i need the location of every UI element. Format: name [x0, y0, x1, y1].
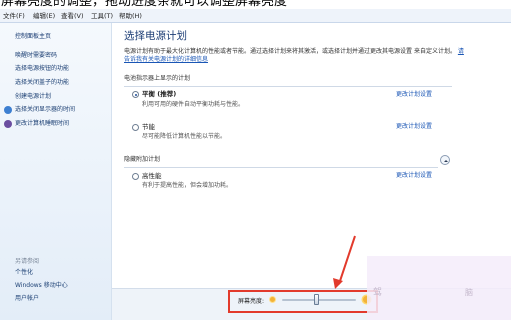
watermark-left: 驾 [373, 288, 384, 298]
watermark-right: 脑 [465, 288, 474, 297]
watermark: 驾 脑 [367, 256, 511, 320]
